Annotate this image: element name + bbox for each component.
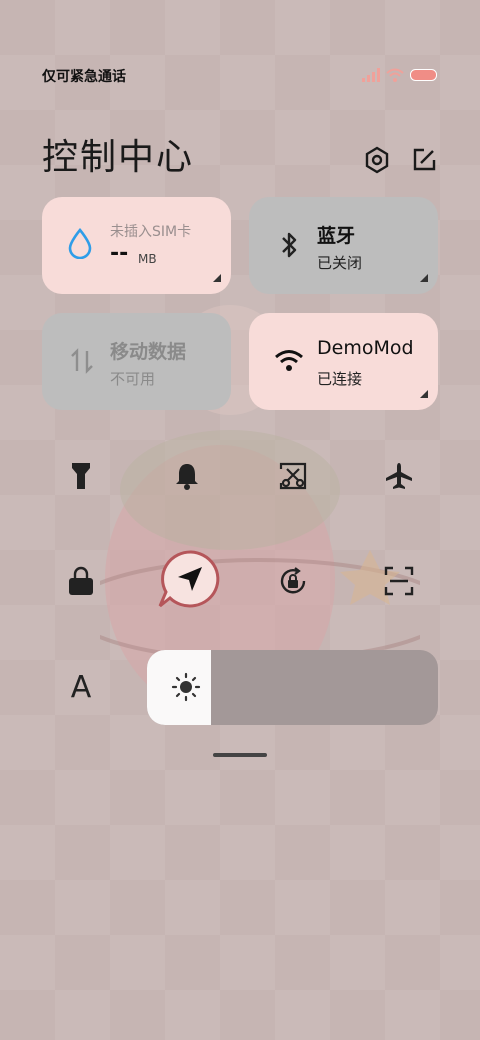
bluetooth-status: 已关闭 [317,254,363,272]
data-usage-value: -- [110,241,129,266]
screenshot-icon [279,462,307,490]
mobile-data-status: 不可用 [110,370,156,388]
wifi-tile[interactable]: DemoMod 已连接 [249,313,438,410]
mobile-data-icon [71,348,93,374]
airplane-icon [386,463,412,489]
lock-icon [69,566,93,595]
mobile-data-tile[interactable]: 移动数据 不可用 [42,313,231,410]
wifi-status: 已连接 [317,370,363,388]
flashlight-toggle[interactable] [58,453,104,499]
font-size-label: A [70,669,92,705]
font-size-toggle[interactable]: A [58,664,104,710]
rotation-lock-icon [280,567,306,594]
signal-icon [362,68,380,82]
page-title: 控制中心 [42,137,195,178]
battery-icon [410,69,437,81]
rotation-lock-toggle[interactable] [270,558,316,604]
lock-screen-toggle[interactable] [58,558,104,604]
sim-status-label: 未插入SIM卡 [110,224,192,240]
drag-handle[interactable] [213,753,267,757]
scan-icon [384,566,414,596]
expand-corner-icon [420,274,428,282]
wifi-network-name: DemoMod [317,337,414,359]
flashlight-icon [72,463,90,489]
silent-toggle[interactable] [164,453,210,499]
data-usage-unit: MB [138,252,157,266]
bluetooth-tile[interactable]: 蓝牙 已关闭 [249,197,438,294]
airplane-toggle[interactable] [376,453,422,499]
edit-icon[interactable] [410,146,438,174]
screenshot-toggle[interactable] [270,453,316,499]
water-drop-icon [68,227,92,259]
bluetooth-label: 蓝牙 [317,225,356,247]
bell-icon [176,464,198,490]
wifi-icon [386,68,404,82]
bluetooth-icon [282,232,297,258]
brightness-slider[interactable] [147,650,438,725]
carrier-text: 仅可紧急通话 [42,69,126,85]
data-usage-tile[interactable]: 未插入SIM卡 -- MB [42,197,231,294]
scan-toggle[interactable] [376,558,422,604]
expand-corner-icon [420,390,428,398]
mobile-data-label: 移动数据 [110,341,187,363]
brightness-icon [171,672,201,702]
wifi-icon [275,350,303,371]
settings-icon[interactable] [363,146,391,174]
status-bar: 仅可紧急通话 [42,66,438,88]
location-icon [158,550,220,608]
location-toggle[interactable] [156,548,226,612]
expand-corner-icon [213,274,221,282]
